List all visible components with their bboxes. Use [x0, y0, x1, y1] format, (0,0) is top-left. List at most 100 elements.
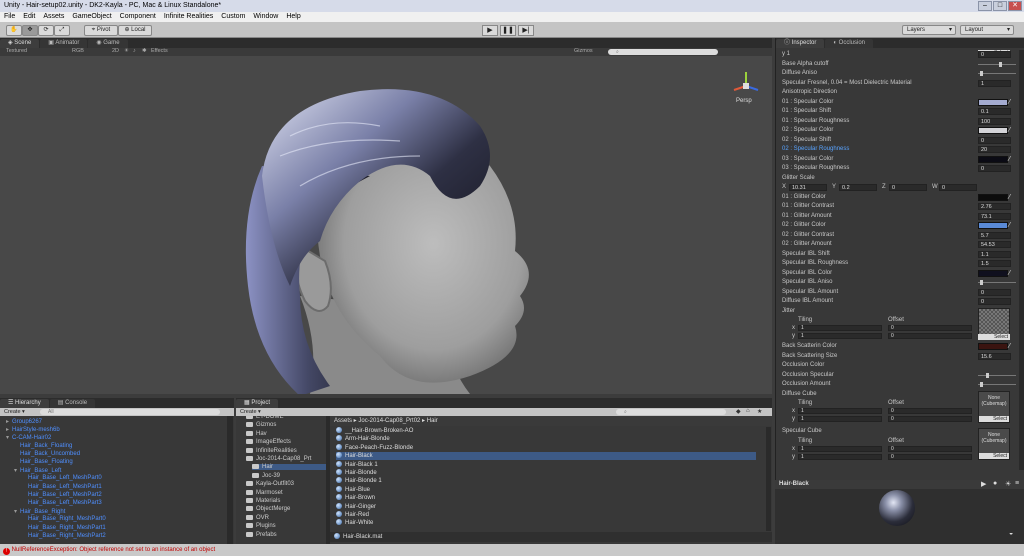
property-value-field[interactable]: 0	[978, 136, 1011, 144]
eyedropper-icon[interactable]: ⁄	[1009, 269, 1010, 278]
render-mode-dropdown[interactable]: RGB	[72, 48, 84, 54]
property-slider[interactable]	[978, 382, 1016, 387]
project-folder-item[interactable]: Prefabs	[246, 531, 277, 538]
tab-inspector[interactable]: ⓘ Inspector	[776, 39, 825, 48]
eyedropper-icon[interactable]: ⁄	[1009, 98, 1010, 107]
hierarchy-item[interactable]: ▸ Group6267	[6, 418, 42, 425]
filter-type-icon[interactable]: ◆	[736, 408, 741, 415]
property-value-field[interactable]: 0	[978, 298, 1011, 305]
hierarchy-item[interactable]: ▾ Hair_Base_Right	[14, 508, 65, 515]
project-folder-item[interactable]: Joc-2014-Cap08_Prt	[246, 456, 311, 462]
hierarchy-item[interactable]: Hair_Base_Floating	[14, 459, 73, 465]
gizmos-dropdown[interactable]: Gizmos	[574, 48, 593, 54]
hierarchy-item[interactable]: Hair_Base_Left_MeshPart2	[22, 492, 102, 498]
preview-light-icon[interactable]: ☀	[1005, 480, 1011, 488]
property-slider[interactable]	[978, 280, 1016, 285]
hierarchy-item[interactable]: Hair_Base_Left_MeshPart1	[22, 484, 102, 490]
hand-tool-button[interactable]: ✋	[6, 25, 22, 36]
tab-animator[interactable]: ▣ Animator	[40, 39, 88, 48]
project-folder-item[interactable]: ImageEffects	[246, 439, 291, 445]
color-swatch[interactable]	[978, 98, 1008, 106]
scale-tool-button[interactable]: ⤢	[54, 25, 70, 36]
asset-item[interactable]: Arm-Hair-Blonde	[336, 435, 756, 443]
property-slider[interactable]	[978, 61, 1016, 67]
asset-item[interactable]: Hair-White	[336, 519, 756, 527]
asset-item[interactable]: Face-Peach-Fuzz-Blonde	[336, 443, 756, 452]
layers-dropdown[interactable]: Layers ▾	[902, 25, 956, 35]
preview-menu-icon[interactable]: ≡	[1015, 480, 1019, 487]
layout-dropdown[interactable]: Layout ▾	[960, 25, 1014, 35]
eyedropper-icon[interactable]: ⁄	[1009, 221, 1010, 230]
color-swatch[interactable]	[978, 127, 1008, 134]
vector-x-field[interactable]: 10.31	[789, 184, 827, 191]
project-folder-item[interactable]: Hav	[246, 430, 267, 437]
filter-label-icon[interactable]: ⌂	[746, 408, 750, 414]
move-tool-button[interactable]: ✥	[22, 25, 38, 36]
effects-dropdown[interactable]: Effects	[151, 48, 168, 54]
project-folder-item[interactable]: Hair	[252, 464, 326, 471]
property-value-field[interactable]: 73.1	[978, 212, 1011, 220]
specular_cube-offset-field[interactable]: 0	[888, 445, 972, 452]
jitter-tiling-field[interactable]: 1	[798, 333, 882, 339]
project-folder-item[interactable]: EY-DOME	[246, 416, 283, 420]
vector-y-field[interactable]: 0.2	[839, 184, 877, 191]
specular_cube-offset-field[interactable]: 0	[888, 453, 972, 460]
audio-toggle-icon[interactable]: ♪	[133, 48, 136, 54]
eyedropper-icon[interactable]: ⁄	[1009, 126, 1010, 135]
property-value-field[interactable]: 0	[978, 165, 1011, 172]
local-toggle[interactable]: ⊕ Local	[118, 25, 152, 36]
specular_cube-tiling-field[interactable]: 1	[798, 453, 882, 460]
hierarchy-item[interactable]: ▾ C-CAM-Hair02	[6, 434, 51, 441]
hierarchy-item[interactable]: Hair_Back_Floating	[14, 443, 72, 449]
asset-item[interactable]: Hair-Ginger	[336, 502, 756, 511]
menu-edit[interactable]: Edit	[23, 13, 35, 21]
asset-item[interactable]: Hair-Brown	[336, 494, 756, 502]
hierarchy-create-button[interactable]: Create ▾	[4, 409, 25, 415]
material-preview-sphere[interactable]	[879, 490, 915, 526]
jitter-offset-field[interactable]: 0	[888, 333, 972, 339]
property-value-field[interactable]: 100	[978, 117, 1011, 125]
asset-item[interactable]: Hair-Blue	[336, 485, 756, 494]
jitter-tiling-field[interactable]: 1	[798, 325, 882, 331]
favorite-star-icon[interactable]: ★	[757, 408, 762, 415]
hierarchy-item[interactable]: ▾ Hair_Base_Left	[14, 467, 61, 474]
pivot-toggle[interactable]: ⌖ Pivot	[84, 25, 118, 36]
asset-item[interactable]: Hair-Red	[336, 511, 756, 519]
diffuse_cube-tiling-field[interactable]: 1	[798, 408, 882, 414]
hierarchy-scrollbar[interactable]	[227, 416, 233, 544]
preview-play-icon[interactable]: ▶	[981, 480, 986, 488]
specular_cube-tiling-field[interactable]: 1	[798, 445, 882, 452]
shading-mode-dropdown[interactable]: Textured	[6, 48, 27, 54]
tab-project[interactable]: ▦ Project	[236, 399, 279, 408]
property-value-field[interactable]: 0.1	[978, 108, 1011, 115]
asset-item[interactable]: __Hair-Brown-Broken-AO	[336, 427, 756, 435]
tab-hierarchy[interactable]: ☰ Hierarchy	[0, 399, 49, 408]
color-swatch[interactable]	[978, 222, 1008, 229]
tab-console[interactable]: ▤ Console	[49, 399, 96, 408]
slider-handle[interactable]	[979, 382, 983, 387]
hierarchy-item[interactable]: Hair_Back_Uncombed	[14, 451, 80, 457]
tab-scene[interactable]: ◈ Scene	[0, 39, 40, 48]
hierarchy-search-input[interactable]: All	[40, 409, 220, 415]
menu-help[interactable]: Help	[286, 13, 300, 21]
scene-viewport[interactable]: Persp	[0, 56, 772, 394]
color-swatch[interactable]	[978, 269, 1008, 277]
property-slider[interactable]	[978, 71, 1016, 76]
menu-assets[interactable]: Assets	[43, 13, 64, 21]
project-folder-item[interactable]: InfiniteRealities	[246, 447, 297, 454]
light-toggle-icon[interactable]: ☀	[124, 48, 129, 54]
project-folder-item[interactable]: Materials	[246, 498, 280, 504]
menu-component[interactable]: Component	[120, 13, 156, 21]
hierarchy-item[interactable]: Hair_Base_Right_MeshPart0	[22, 516, 106, 522]
slider-handle[interactable]	[979, 71, 983, 76]
step-button[interactable]: ▶|	[518, 25, 534, 36]
asset-item[interactable]: Hair-Blonde	[336, 469, 756, 477]
preview-shade-icon[interactable]: ◒	[1009, 530, 1013, 537]
hierarchy-item[interactable]: Hair_Base_Left_MeshPart0	[22, 475, 102, 481]
asset-item[interactable]: Hair-Black	[336, 452, 756, 461]
menu-window[interactable]: Window	[253, 13, 278, 21]
menu-gameobject[interactable]: GameObject	[72, 13, 111, 21]
pause-button[interactable]: ❚❚	[500, 25, 516, 36]
property-value-field[interactable]: 0	[978, 288, 1011, 296]
property-value-field[interactable]: 0	[978, 51, 1011, 58]
